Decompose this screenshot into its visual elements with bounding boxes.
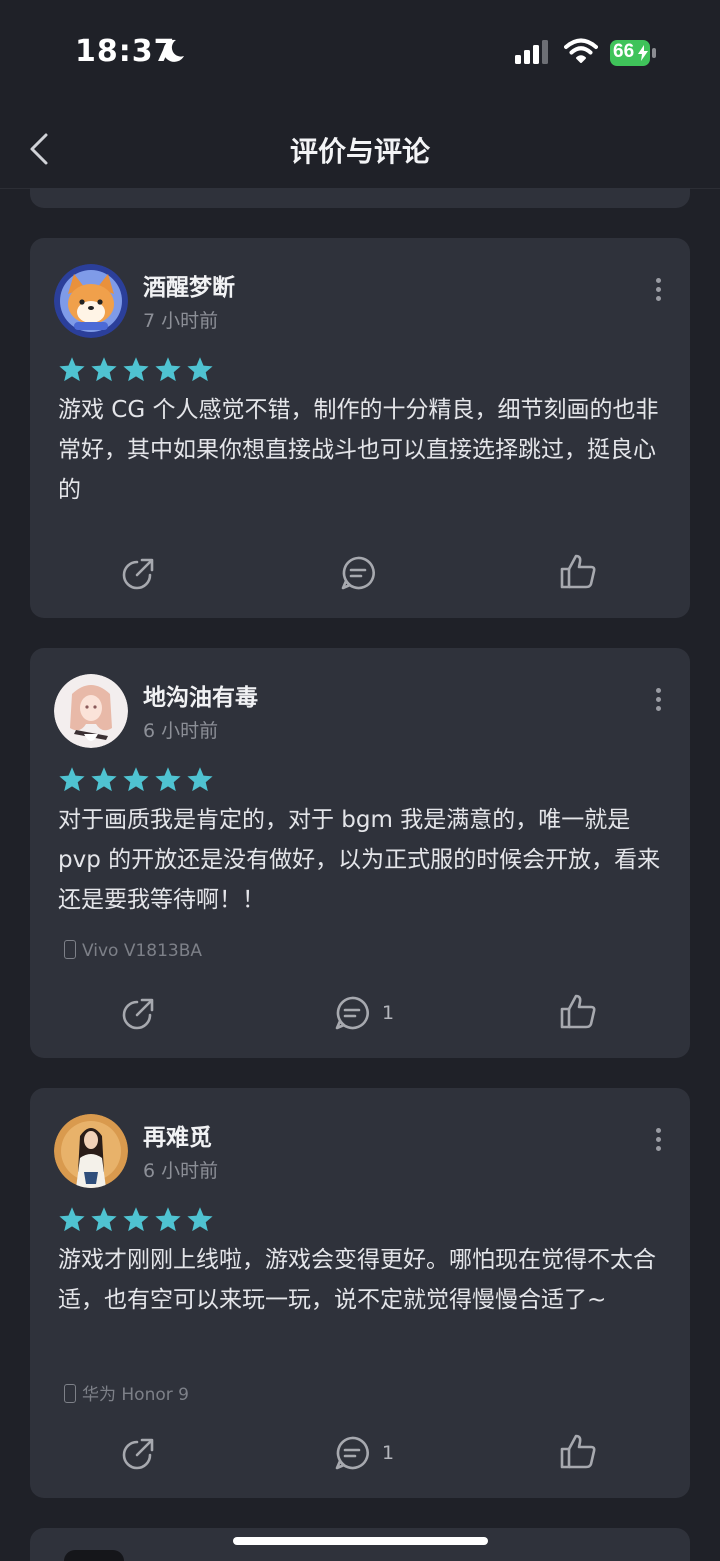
- review-card: 酒醒梦断 7 小时前 游戏 CG 个人感觉不错，制作的十分精良，细节刻画的也非常…: [30, 238, 690, 618]
- avatar[interactable]: [64, 1550, 124, 1561]
- review-time: 6 小时前: [143, 720, 219, 742]
- charging-bolt-icon: [638, 45, 648, 61]
- share-icon[interactable]: [120, 554, 158, 592]
- star-icon: [187, 1207, 213, 1232]
- star-icon: [187, 767, 213, 792]
- like-icon[interactable]: [558, 552, 598, 592]
- review-text: 游戏 CG 个人感觉不错，制作的十分精良，细节刻画的也非常好，其中如果你想直接战…: [58, 397, 659, 503]
- star-rating: [58, 766, 218, 794]
- review-time: 6 小时前: [143, 1160, 219, 1182]
- more-options-icon[interactable]: [648, 688, 668, 712]
- star-icon: [59, 767, 85, 792]
- star-icon: [155, 357, 181, 382]
- avatar[interactable]: [54, 674, 128, 748]
- star-icon: [91, 767, 117, 792]
- username[interactable]: 地沟油有毒: [143, 678, 258, 712]
- avatar[interactable]: [54, 264, 128, 338]
- share-icon[interactable]: [120, 1434, 158, 1472]
- username[interactable]: 再难觅: [143, 1118, 212, 1152]
- review-text: 对于画质我是肯定的，对于 bgm 我是满意的，唯一就是 pvp 的开放还是没有做…: [58, 807, 661, 913]
- star-icon: [123, 357, 149, 382]
- cellular-signal-icon: [515, 40, 548, 64]
- comment-count: 1: [382, 1002, 395, 1024]
- comment-icon[interactable]: [333, 994, 371, 1032]
- comment-count: 1: [382, 1442, 395, 1464]
- star-icon: [187, 357, 213, 382]
- battery-indicator: 66: [610, 40, 656, 66]
- device-info: 华为 Honor 9: [64, 1380, 189, 1405]
- device-info: Vivo V1813BA: [64, 940, 202, 961]
- device-model: 华为 Honor 9: [82, 1385, 189, 1405]
- phone-icon: [64, 940, 76, 959]
- comment-icon[interactable]: [339, 554, 377, 592]
- phone-icon: [64, 1384, 76, 1403]
- star-icon: [59, 357, 85, 382]
- star-icon: [91, 357, 117, 382]
- share-icon[interactable]: [120, 994, 158, 1032]
- star-icon: [155, 767, 181, 792]
- review-text: 游戏才刚刚上线啦，游戏会变得更好。哪怕现在觉得不太合适，也有空可以来玩一玩，说不…: [58, 1247, 656, 1313]
- star-icon: [123, 1207, 149, 1232]
- star-icon: [91, 1207, 117, 1232]
- review-card: 再难觅 6 小时前 游戏才刚刚上线啦，游戏会变得更好。哪怕现在觉得不太合适，也有…: [30, 1088, 690, 1498]
- device-model: Vivo V1813BA: [82, 941, 203, 961]
- battery-level: 66: [613, 41, 635, 62]
- review-time: 7 小时前: [143, 310, 219, 332]
- status-bar: 18:37 66: [0, 0, 720, 110]
- previous-review-card-bottom: [30, 188, 690, 208]
- page-title: 评价与评论: [289, 135, 430, 168]
- review-card: 地沟油有毒 6 小时前 对于画质我是肯定的，对于 bgm 我是满意的，唯一就是 …: [30, 648, 690, 1058]
- wifi-icon: [564, 38, 598, 63]
- star-rating: [58, 1206, 218, 1234]
- like-icon[interactable]: [558, 1432, 598, 1472]
- username[interactable]: 酒醒梦断: [143, 268, 235, 302]
- navigation-bar: 评价与评论: [0, 110, 720, 189]
- home-indicator[interactable]: [233, 1537, 488, 1545]
- star-icon: [155, 1207, 181, 1232]
- more-options-icon[interactable]: [648, 1128, 668, 1152]
- star-icon: [123, 767, 149, 792]
- more-options-icon[interactable]: [648, 278, 668, 302]
- avatar[interactable]: [54, 1114, 128, 1188]
- comment-icon[interactable]: [333, 1434, 371, 1472]
- star-icon: [59, 1207, 85, 1232]
- moon-icon: [163, 39, 184, 62]
- star-rating: [58, 356, 218, 384]
- like-icon[interactable]: [558, 992, 598, 1032]
